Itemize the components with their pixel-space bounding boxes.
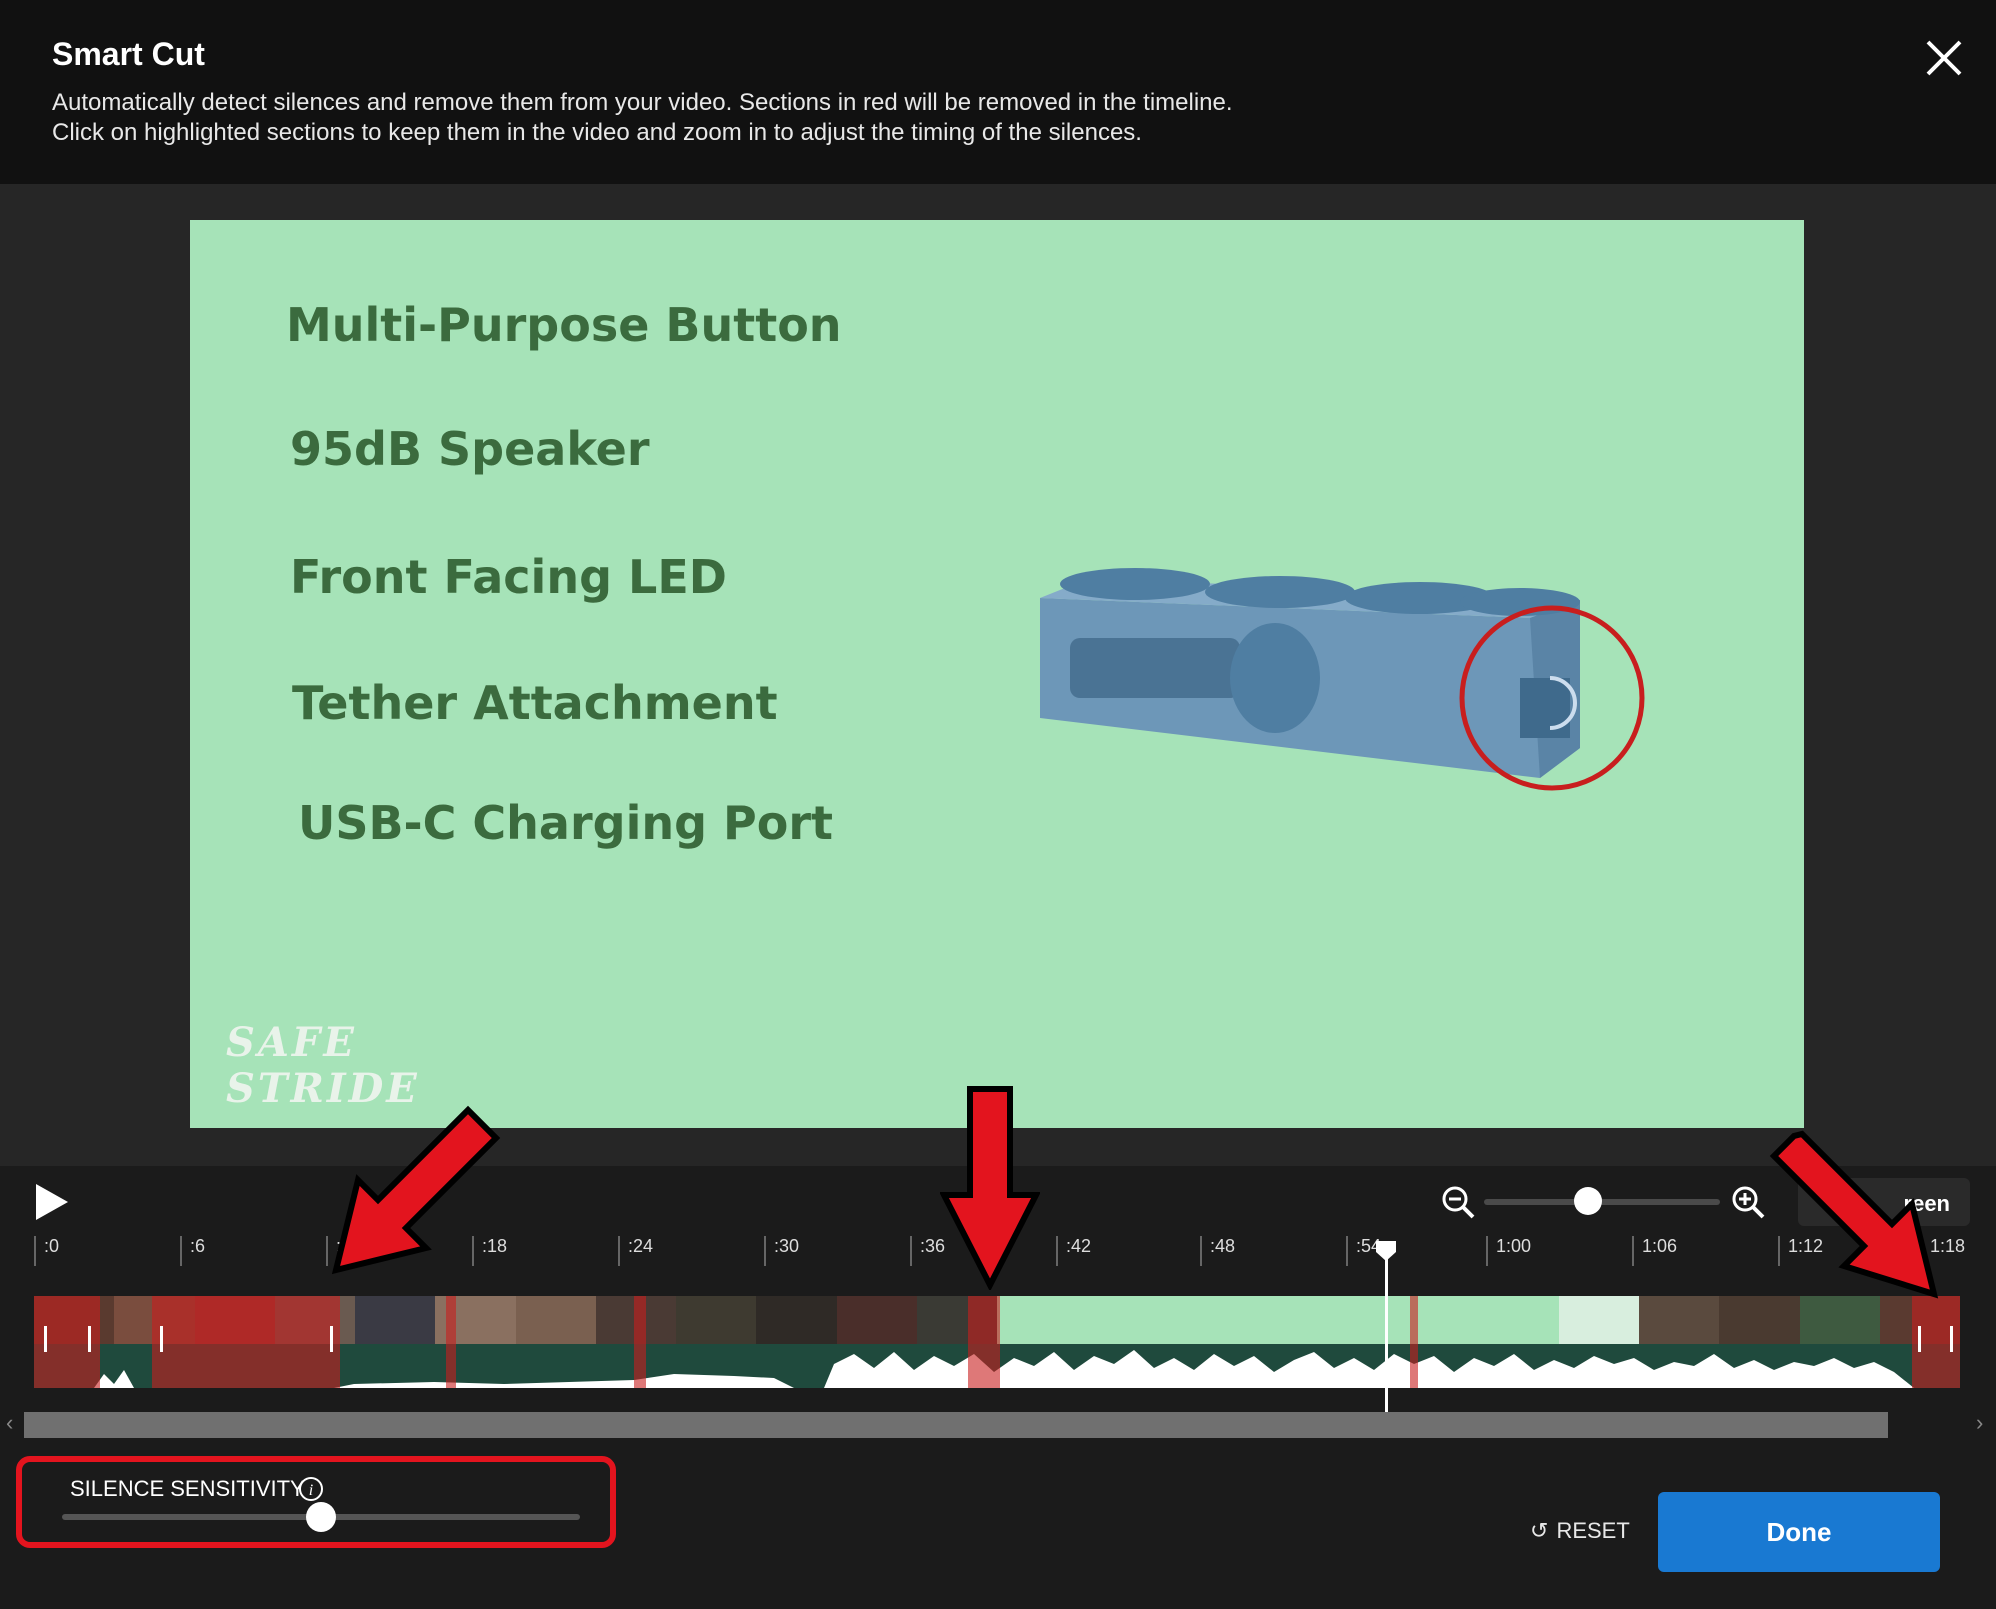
timeline-tick: :6 — [180, 1236, 205, 1266]
timeline-tick: :42 — [1056, 1236, 1091, 1266]
close-icon[interactable] — [1922, 36, 1966, 80]
feature-text: 95dB Speaker — [290, 422, 650, 476]
reset-label: RESET — [1556, 1518, 1630, 1543]
feature-text: Multi-Purpose Button — [286, 298, 842, 352]
brand-logo: SAFE STRIDE — [226, 1020, 420, 1112]
timeline-tick: 1:06 — [1632, 1236, 1677, 1266]
description-line-2: Click on highlighted sections to keep th… — [52, 119, 1142, 146]
reset-icon: ↺ — [1530, 1518, 1549, 1543]
dialog-title: Smart Cut — [52, 36, 205, 72]
device-illustration — [1040, 568, 1645, 791]
zoom-slider-track[interactable] — [1484, 1199, 1720, 1205]
dialog-description: Automatically detect silences and remove… — [52, 88, 1233, 148]
zoom-slider-handle[interactable] — [1574, 1187, 1602, 1215]
timeline-track[interactable] — [34, 1296, 1960, 1388]
playhead[interactable] — [1385, 1256, 1388, 1412]
timeline-tick: :30 — [764, 1236, 799, 1266]
segment-handle[interactable] — [160, 1326, 163, 1352]
silence-segment[interactable] — [634, 1296, 646, 1388]
done-button[interactable]: Done — [1658, 1492, 1940, 1572]
annotation-arrow — [940, 1086, 1040, 1290]
segment-handle[interactable] — [44, 1326, 47, 1352]
silence-segment[interactable] — [152, 1296, 340, 1388]
silence-segment[interactable] — [446, 1296, 456, 1388]
timeline-tick: :48 — [1200, 1236, 1235, 1266]
feature-text: USB-C Charging Port — [298, 796, 834, 850]
segment-handle[interactable] — [330, 1326, 333, 1352]
timeline-scrollbar[interactable] — [24, 1412, 1888, 1438]
segment-handle[interactable] — [88, 1326, 91, 1352]
timeline-tick: :24 — [618, 1236, 653, 1266]
silence-segment[interactable] — [1410, 1296, 1418, 1388]
segment-handle[interactable] — [1950, 1326, 1953, 1352]
zoom-in-icon[interactable] — [1730, 1184, 1766, 1220]
silence-segment[interactable] — [968, 1296, 1000, 1388]
playhead-marker[interactable] — [1375, 1240, 1397, 1262]
scroll-right-icon[interactable]: › — [1976, 1410, 1983, 1436]
annotation-arrow — [331, 1105, 501, 1275]
video-preview: Multi-Purpose Button 95dB Speaker Front … — [190, 220, 1804, 1128]
annotation-highlight-box — [16, 1456, 616, 1548]
brand-line-1: SAFE — [226, 1019, 357, 1066]
timeline-tick: :0 — [34, 1236, 59, 1266]
reset-button[interactable]: ↺ RESET — [1530, 1518, 1630, 1544]
timeline-tick: 1:00 — [1486, 1236, 1531, 1266]
scroll-left-icon[interactable]: ‹ — [6, 1410, 13, 1436]
feature-text: Front Facing LED — [290, 550, 727, 604]
segment-handle[interactable] — [1918, 1326, 1921, 1352]
feature-text: Tether Attachment — [292, 676, 778, 730]
zoom-out-icon[interactable] — [1440, 1184, 1476, 1220]
description-line-1: Automatically detect silences and remove… — [52, 89, 1233, 116]
play-icon[interactable] — [32, 1180, 72, 1224]
annotation-arrow — [1769, 1130, 1939, 1299]
